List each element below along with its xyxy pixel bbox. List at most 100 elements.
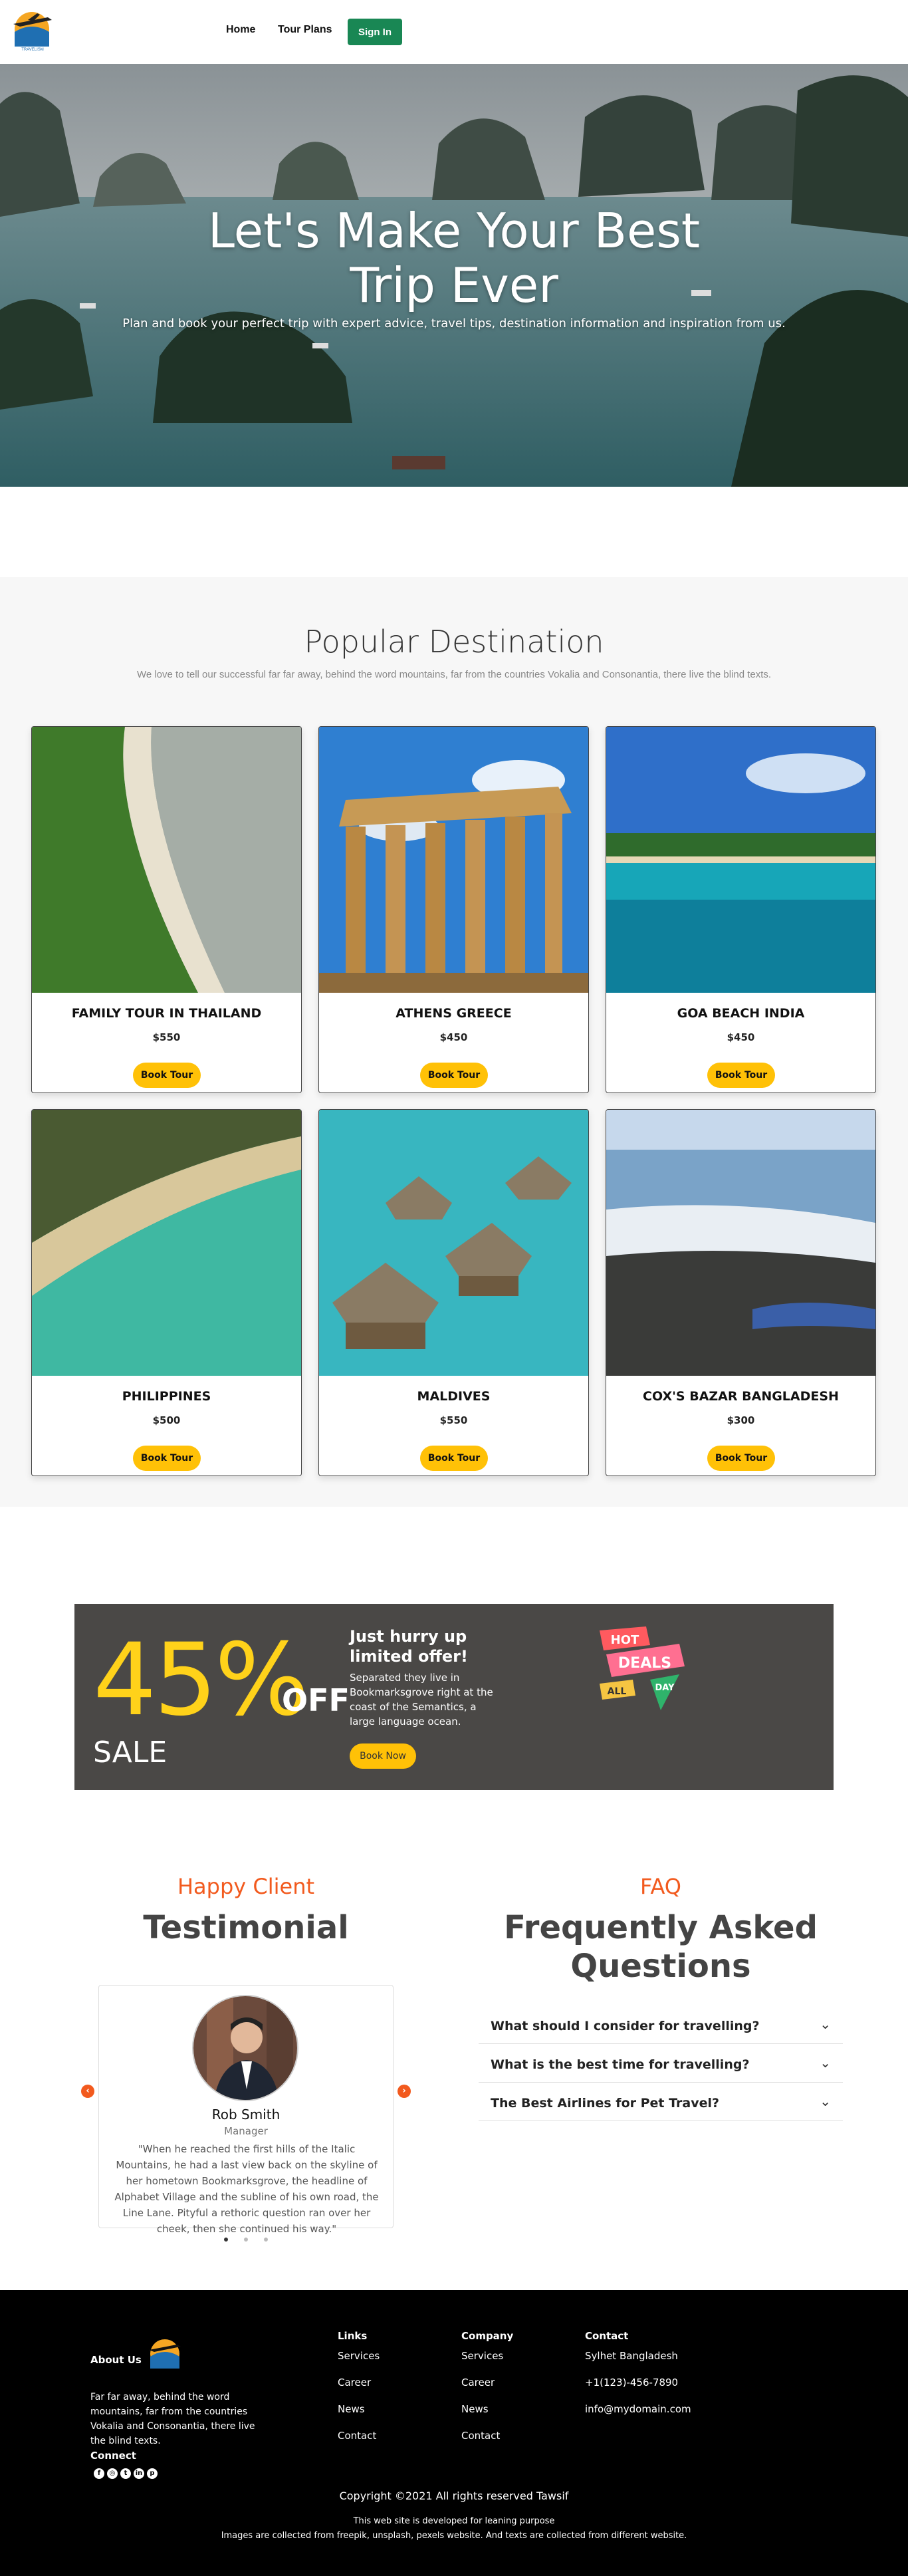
popular-destinations-section: Popular Destination We love to tell our … — [0, 577, 908, 1507]
card-title: MALDIVES — [417, 1389, 491, 1404]
card-price: $550 — [152, 1031, 181, 1043]
footer-note-purpose: This web site is developed for leaning p… — [353, 2516, 555, 2526]
contact-email[interactable]: info@mydomain.com — [585, 2403, 691, 2415]
book-tour-button[interactable]: Book Tour — [133, 1446, 201, 1471]
client-quote: "When he reached the first hills of the … — [114, 2143, 379, 2235]
card-title: PHILIPPINES — [122, 1389, 211, 1404]
faq-item[interactable]: The Best Airlines for Pet Travel? ⌄ — [479, 2084, 843, 2121]
carousel-prev-icon[interactable]: ‹ — [81, 2085, 94, 2098]
card-title: FAMILY TOUR IN THAILAND — [71, 1006, 262, 1021]
chevron-down-icon[interactable]: ⌄ — [820, 2016, 831, 2032]
discount-off-label: OFF — [282, 1682, 350, 1718]
carousel-dot-active[interactable] — [224, 2238, 228, 2242]
site-footer: About Us Far far away, behind the word m… — [0, 2290, 908, 2576]
card-price: $450 — [439, 1031, 468, 1043]
carousel-dot[interactable] — [244, 2238, 248, 2242]
copyright-text: Copyright ©2021 All rights reserved Taws… — [339, 2490, 569, 2502]
book-tour-button[interactable]: Book Tour — [133, 1063, 201, 1088]
destination-card: GOA BEACH INDIA $450 Book Tour — [606, 726, 876, 1093]
book-tour-button[interactable]: Book Tour — [707, 1063, 775, 1088]
chevron-down-icon[interactable]: ⌄ — [820, 2055, 831, 2071]
footer-link-contact[interactable]: Contact — [338, 2430, 376, 2442]
water-villas-image — [319, 1110, 588, 1376]
logo-text: TRAVELISM — [21, 48, 44, 52]
parthenon-image — [319, 727, 588, 993]
footer-link-news[interactable]: News — [338, 2403, 365, 2415]
card-price: $500 — [152, 1414, 181, 1426]
coxs-bazar-shore-image — [606, 1110, 875, 1376]
carousel-next-icon[interactable]: › — [397, 2085, 411, 2098]
twitter-icon[interactable]: t — [120, 2468, 131, 2479]
faq-eyebrow: FAQ — [640, 1874, 681, 1899]
hero-title-line-2: Trip Ever — [350, 257, 558, 313]
book-tour-button[interactable]: Book Tour — [420, 1063, 488, 1088]
faq-question: What is the best time for travelling? — [491, 2057, 750, 2072]
client-name: Rob Smith — [211, 2107, 281, 2123]
footer-note-credits: Images are collected from freepik, unspl… — [221, 2531, 687, 2541]
contact-address: Sylhet Bangladesh — [585, 2350, 678, 2362]
badge-day-text: DAY — [655, 1683, 675, 1693]
company-link-news[interactable]: News — [461, 2403, 489, 2415]
faq-question: What should I consider for travelling? — [491, 2019, 760, 2033]
badge-hot-text: HOT — [611, 1633, 639, 1647]
testimonial-eyebrow: Happy Client — [177, 1874, 315, 1899]
sale-label: SALE — [93, 1736, 168, 1769]
carousel-dot[interactable] — [264, 2238, 268, 2242]
card-title: COX'S BAZAR BANGLADESH — [643, 1389, 839, 1404]
company-link-contact[interactable]: Contact — [461, 2430, 500, 2442]
footer-link-services[interactable]: Services — [338, 2350, 380, 2362]
nav-link-tour-plans[interactable]: Tour Plans — [278, 24, 332, 36]
top-navbar: TRAVELISM Home Tour Plans Sign In — [0, 0, 908, 64]
hero-subtitle: Plan and book your perfect trip with exp… — [122, 317, 786, 330]
faq-question: The Best Airlines for Pet Travel? — [491, 2096, 719, 2111]
faq-item[interactable]: What should I consider for travelling? ⌄ — [479, 2007, 843, 2044]
goa-beach-image — [606, 727, 875, 993]
card-price: $450 — [727, 1031, 755, 1043]
linkedin-icon[interactable]: in — [134, 2468, 144, 2479]
discount-percent: 45% — [93, 1622, 309, 1738]
card-title: GOA BEACH INDIA — [677, 1006, 805, 1021]
badge-all-text: ALL — [608, 1686, 627, 1697]
destination-card: PHILIPPINES $500 Book Tour — [31, 1109, 302, 1476]
client-avatar — [192, 1995, 298, 2101]
company-link-career[interactable]: Career — [461, 2377, 495, 2388]
about-text: Far far away, behind the word mountains,… — [90, 2392, 255, 2446]
offer-text: Separated they live in Bookmarksgrove ri… — [350, 1672, 493, 1728]
offer-heading: Just hurry up limited offer! — [350, 1627, 468, 1666]
contact-heading: Contact — [585, 2330, 629, 2342]
brand-logo[interactable]: TRAVELISM — [8, 8, 57, 52]
limited-offer-banner: 45% OFF SALE Just hurry up limited offer… — [74, 1604, 834, 1790]
faq-heading: Frequently Asked Questions — [479, 1908, 843, 1986]
footer-link-career[interactable]: Career — [338, 2377, 371, 2388]
hero-section: Let's Make Your Best Trip Ever Plan and … — [0, 64, 908, 487]
hero-title-line-1: Let's Make Your Best — [207, 203, 701, 259]
palm-beach-aerial-image — [32, 1110, 301, 1376]
section-subtitle: We love to tell our successful far far a… — [136, 669, 772, 680]
section-title: Popular Destination — [304, 624, 604, 660]
testimonial-heading: Testimonial — [143, 1909, 349, 1946]
nav-link-home[interactable]: Home — [226, 24, 255, 36]
book-tour-button[interactable]: Book Tour — [707, 1446, 775, 1471]
book-tour-button[interactable]: Book Tour — [420, 1446, 488, 1471]
pinterest-icon[interactable]: p — [147, 2468, 158, 2479]
hero-title: Let's Make Your Best Trip Ever — [0, 203, 908, 313]
chevron-down-icon[interactable]: ⌄ — [820, 2093, 831, 2109]
footer-logo-icon — [149, 2339, 181, 2369]
faq-heading-line-2: Questions — [570, 1948, 751, 1985]
facebook-icon[interactable]: f — [94, 2468, 104, 2479]
testimonial-card: Rob Smith Manager "When he reached the f… — [98, 1985, 394, 2235]
contact-phone[interactable]: +1(123)-456-7890 — [585, 2377, 678, 2388]
book-now-button[interactable]: Book Now — [350, 1743, 416, 1769]
company-link-services[interactable]: Services — [461, 2350, 503, 2362]
card-title: ATHENS GREECE — [396, 1006, 512, 1021]
instagram-icon[interactable]: ◎ — [107, 2468, 118, 2479]
destination-card: FAMILY TOUR IN THAILAND $550 Book Tour — [31, 726, 302, 1093]
destination-card: MALDIVES $550 Book Tour — [318, 1109, 589, 1476]
about-heading: About Us — [90, 2354, 142, 2366]
hot-deals-badge-icon: HOT DEALS ALL DAY — [600, 1626, 685, 1710]
sign-in-button[interactable]: Sign In — [348, 19, 402, 45]
card-price: $550 — [439, 1414, 468, 1426]
faq-item[interactable]: What is the best time for travelling? ⌄ — [479, 2045, 843, 2083]
links-heading: Links — [338, 2330, 368, 2342]
destination-card: COX'S BAZAR BANGLADESH $300 Book Tour — [606, 1109, 876, 1476]
